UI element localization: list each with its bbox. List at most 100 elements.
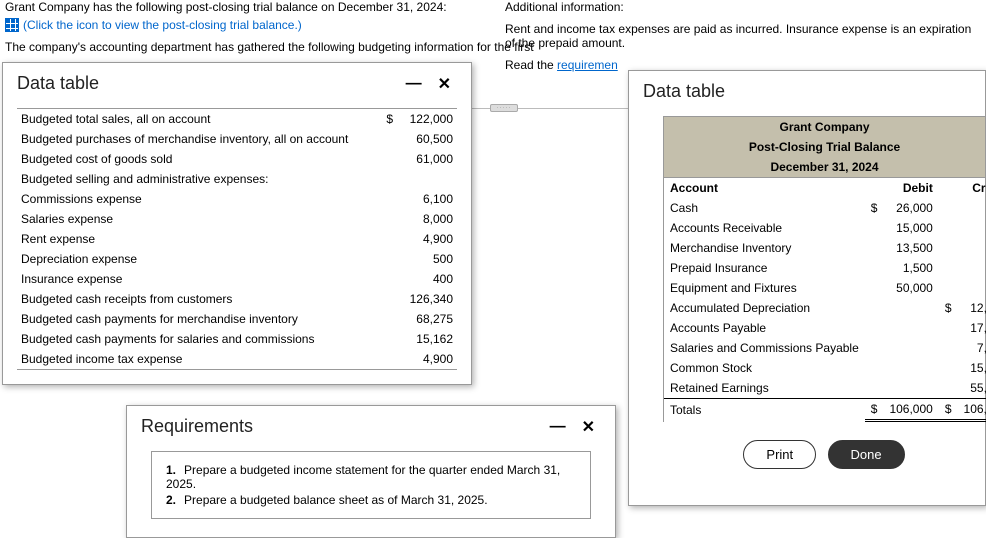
drag-handle[interactable]: ····· [490, 104, 518, 112]
requirements-box: 1.Prepare a budgeted income statement fo… [151, 451, 591, 519]
tb-totals-label: Totals [664, 399, 865, 421]
tb-debit [883, 378, 938, 399]
tb-row: Accumulated Depreciation$12,000 [664, 298, 986, 318]
tb-credit: 12,000 [958, 298, 986, 318]
budget-label: Rent expense [17, 229, 382, 249]
budget-label: Budgeted cash payments for salaries and … [17, 329, 382, 349]
tb-account: Retained Earnings [664, 378, 865, 399]
tb-account: Cash [664, 198, 865, 218]
tb-account: Accumulated Depreciation [664, 298, 865, 318]
tb-row: Accounts Payable 17,000 [664, 318, 986, 338]
tb-account: Accounts Receivable [664, 218, 865, 238]
budget-value: 61,000 [397, 149, 457, 169]
budget-label: Budgeted total sales, all on account [17, 109, 382, 130]
tb-debit: 1,500 [883, 258, 938, 278]
tb-debit: 50,000 [883, 278, 938, 298]
tb-debit [883, 298, 938, 318]
tb-account: Salaries and Commissions Payable [664, 338, 865, 358]
budget-label: Depreciation expense [17, 249, 382, 269]
budget-label: Budgeted cost of goods sold [17, 149, 382, 169]
budget-value: 6,100 [397, 189, 457, 209]
close-button[interactable]: ✕ [432, 74, 457, 94]
tb-account: Merchandise Inventory [664, 238, 865, 258]
icon-link-text: (Click the icon to view the post-closing… [23, 18, 302, 32]
budget-row: Budgeted total sales, all on account$122… [17, 109, 457, 130]
budget-label: Budgeted income tax expense [17, 349, 382, 370]
requirement-item: 1.Prepare a budgeted income statement fo… [166, 462, 576, 492]
tb-row: Accounts Receivable 15,000 [664, 218, 986, 238]
tb-row: Common Stock 15,000 [664, 358, 986, 378]
budget-row: Budgeted cash receipts from customers 126… [17, 289, 457, 309]
tb-row: Equipment and Fixtures 50,000 [664, 278, 986, 298]
budget-value: 68,275 [397, 309, 457, 329]
tb-row: Prepaid Insurance 1,500 [664, 258, 986, 278]
budget-row: Budgeted purchases of merchandise invent… [17, 129, 457, 149]
budget-value: 122,000 [397, 109, 457, 130]
bg-right-2: Rent and income tax expenses are paid as… [505, 22, 981, 50]
tb-credit: 15,000 [958, 358, 986, 378]
requirements-modal: Requirements — ✕ 1.Prepare a budgeted in… [126, 405, 616, 538]
tb-date: December 31, 2024 [664, 157, 985, 177]
budget-value: 8,000 [397, 209, 457, 229]
budget-row: Budgeted cash payments for salaries and … [17, 329, 457, 349]
tb-account: Equipment and Fixtures [664, 278, 865, 298]
budget-row: Salaries expense 8,000 [17, 209, 457, 229]
tb-credit [958, 258, 986, 278]
minimize-button[interactable]: — [544, 418, 572, 436]
tb-debit: 13,500 [883, 238, 938, 258]
budget-value: 60,500 [397, 129, 457, 149]
budget-value: 4,900 [397, 229, 457, 249]
budget-row: Budgeted cash payments for merchandise i… [17, 309, 457, 329]
budget-label: Commissions expense [17, 189, 382, 209]
budget-row: Rent expense 4,900 [17, 229, 457, 249]
budget-value [397, 169, 457, 189]
tb-credit: 55,000 [958, 378, 986, 399]
tb-row: Salaries and Commissions Payable 7,000 [664, 338, 986, 358]
tb-credit [958, 218, 986, 238]
budget-label: Budgeted cash payments for merchandise i… [17, 309, 382, 329]
budget-value: 126,340 [397, 289, 457, 309]
budget-row: Budgeted income tax expense 4,900 [17, 349, 457, 370]
col-credit: Credit [939, 178, 986, 199]
col-debit: Debit [865, 178, 939, 199]
tb-title: Data table [643, 81, 725, 102]
trial-balance-modal: Data table Grant Company Post-Closing Tr… [628, 70, 986, 506]
budget-value: 400 [397, 269, 457, 289]
req-title: Requirements [141, 416, 253, 437]
budget-row: Budgeted cost of goods sold 61,000 [17, 149, 457, 169]
tb-company: Grant Company [664, 117, 985, 137]
budget-label: Salaries expense [17, 209, 382, 229]
budget-row: Depreciation expense 500 [17, 249, 457, 269]
tb-account: Common Stock [664, 358, 865, 378]
budget-title: Data table [17, 73, 99, 94]
tb-debit: 26,000 [883, 198, 938, 218]
tb-account: Accounts Payable [664, 318, 865, 338]
trial-balance-table: Account Debit Credit Cash$26,000Accounts… [664, 177, 986, 422]
budget-label: Insurance expense [17, 269, 382, 289]
tb-account: Prepaid Insurance [664, 258, 865, 278]
minimize-button[interactable]: — [400, 75, 428, 93]
print-button[interactable]: Print [743, 440, 816, 469]
requirements-link[interactable]: requiremen [557, 58, 618, 72]
done-button[interactable]: Done [828, 440, 905, 469]
budget-value: 4,900 [397, 349, 457, 370]
tb-credit: 17,000 [958, 318, 986, 338]
tb-row: Cash$26,000 [664, 198, 986, 218]
budget-label: Budgeted selling and administrative expe… [17, 169, 382, 189]
tb-credit [958, 278, 986, 298]
budget-label: Budgeted cash receipts from customers [17, 289, 382, 309]
tb-credit: 7,000 [958, 338, 986, 358]
grid-icon [5, 18, 19, 32]
budget-table: Budgeted total sales, all on account$122… [17, 108, 457, 370]
budget-row: Commissions expense 6,100 [17, 189, 457, 209]
tb-row: Merchandise Inventory 13,500 [664, 238, 986, 258]
tb-debit [883, 318, 938, 338]
close-button[interactable]: ✕ [576, 417, 601, 437]
budget-value: 15,162 [397, 329, 457, 349]
tb-debit [883, 358, 938, 378]
bg-right-1: Additional information: [505, 0, 981, 14]
tb-credit [958, 238, 986, 258]
tb-credit [958, 198, 986, 218]
tb-debit: 15,000 [883, 218, 938, 238]
budget-value: 500 [397, 249, 457, 269]
